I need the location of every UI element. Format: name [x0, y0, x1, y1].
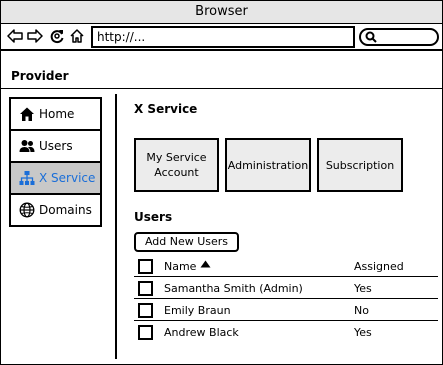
tile-label: Subscription	[325, 158, 395, 172]
row-checkbox[interactable]	[138, 325, 153, 340]
sidebar-item-label: Home	[39, 107, 75, 121]
home-icon	[20, 107, 34, 121]
column-header-assigned[interactable]: Assigned	[354, 260, 404, 273]
globe-icon	[19, 202, 35, 218]
tile-label: My Service Account	[146, 151, 207, 179]
search-icon	[365, 31, 377, 43]
select-all-checkbox[interactable]	[138, 259, 153, 274]
tile-administration[interactable]: Administration	[225, 138, 311, 192]
back-arrow-icon[interactable]	[7, 28, 23, 44]
provider-label: Provider	[11, 69, 69, 83]
sort-ascending-icon[interactable]	[200, 260, 211, 268]
user-assigned: Yes	[354, 326, 372, 339]
page-title: X Service	[134, 102, 198, 116]
sidebar-item-home[interactable]: Home	[9, 97, 102, 131]
sidebar-item-domains[interactable]: Domains	[9, 193, 102, 227]
search-field[interactable]	[359, 28, 439, 46]
sidebar-item-users[interactable]: Users	[9, 129, 102, 163]
forward-arrow-icon[interactable]	[27, 28, 43, 44]
column-header-name[interactable]: Name	[164, 260, 196, 273]
browser-window: Browser http://... Provider Home Users X…	[0, 0, 443, 365]
tile-label: Administration	[227, 158, 309, 172]
sidebar-item-x-service[interactable]: X Service	[9, 161, 102, 195]
navigation-bar: http://...	[1, 24, 442, 51]
sidebar-item-label: Domains	[39, 203, 92, 217]
row-divider	[134, 298, 438, 299]
network-icon	[19, 171, 35, 185]
user-name: Samantha Smith (Admin)	[164, 282, 303, 295]
user-assigned: No	[354, 304, 369, 317]
user-name: Andrew Black	[164, 326, 239, 339]
window-title: Browser	[1, 1, 442, 24]
user-assigned: Yes	[354, 282, 372, 295]
tile-subscription[interactable]: Subscription	[317, 138, 403, 192]
users-icon	[19, 140, 35, 152]
row-checkbox[interactable]	[138, 281, 153, 296]
row-divider	[134, 320, 438, 321]
reload-icon[interactable]	[49, 28, 65, 44]
user-name: Emily Braun	[164, 304, 231, 317]
row-checkbox[interactable]	[138, 303, 153, 318]
header-divider	[134, 276, 438, 277]
tile-my-service-account[interactable]: My Service Account	[134, 138, 219, 192]
home-icon[interactable]	[69, 28, 85, 44]
sidebar-item-label: Users	[39, 139, 73, 153]
add-new-users-button[interactable]: Add New Users	[134, 232, 239, 252]
sidebar: Home Users X Service Domains	[9, 97, 102, 227]
sidebar-item-label: X Service	[39, 171, 96, 185]
content-divider	[115, 94, 117, 359]
url-field[interactable]: http://...	[91, 26, 355, 48]
header-divider	[1, 88, 442, 89]
users-section-title: Users	[134, 210, 173, 224]
